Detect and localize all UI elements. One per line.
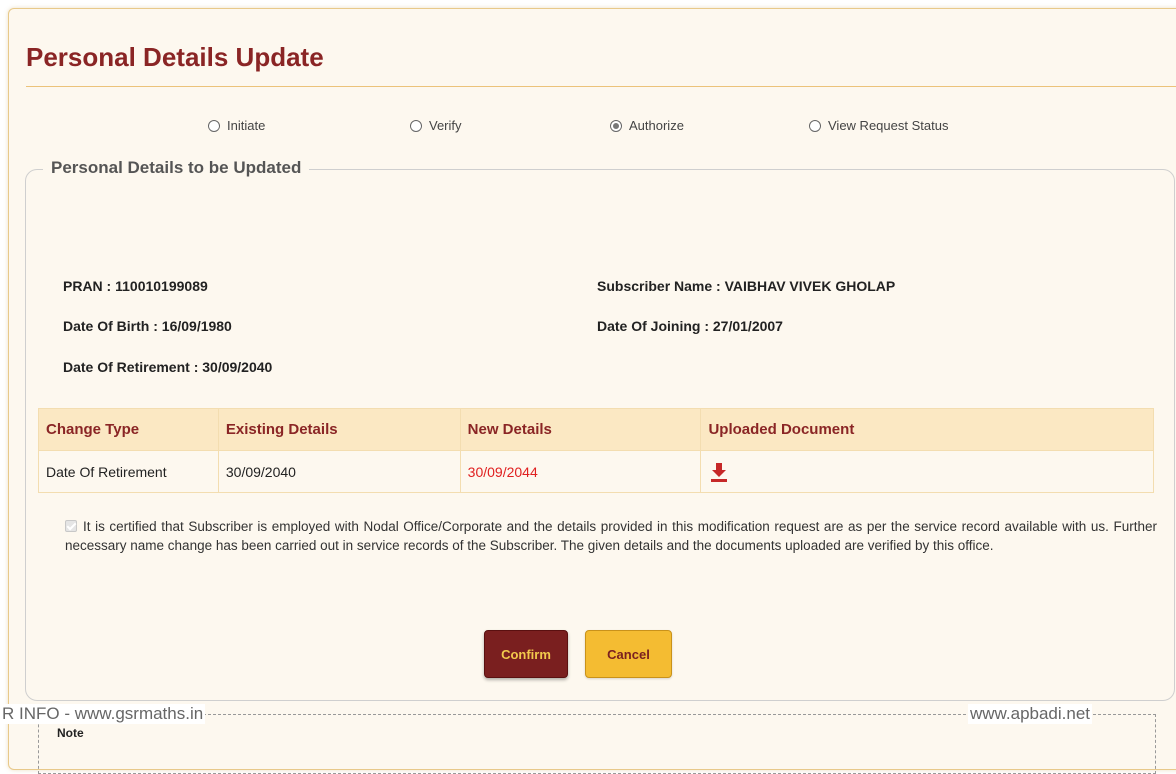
cell-uploaded-document bbox=[700, 450, 1154, 493]
radio-view-request-status[interactable]: View Request Status bbox=[809, 118, 948, 133]
radio-authorize-label: Authorize bbox=[629, 118, 684, 133]
page-title: Personal Details Update bbox=[26, 42, 324, 72]
radio-view-request-status-circle[interactable] bbox=[809, 119, 821, 132]
download-icon[interactable] bbox=[708, 461, 730, 483]
cell-change-type: Date Of Retirement bbox=[38, 450, 219, 493]
table-header-row: Change Type Existing Details New Details… bbox=[38, 408, 1154, 451]
certification-block: It is certified that Subscriber is emplo… bbox=[65, 517, 1157, 555]
header-uploaded-document: Uploaded Document bbox=[700, 408, 1154, 451]
watermark-left: R INFO - www.gsrmaths.in bbox=[0, 704, 206, 724]
title-divider bbox=[26, 86, 1176, 87]
radio-initiate[interactable]: Initiate bbox=[208, 118, 265, 133]
fieldset-legend: Personal Details to be Updated bbox=[43, 158, 310, 178]
radio-authorize[interactable]: Authorize bbox=[610, 118, 684, 133]
header-existing-details: Existing Details bbox=[217, 408, 461, 451]
date-of-birth-value: Date Of Birth : 16/09/1980 bbox=[63, 318, 232, 334]
cell-new-details: 30/09/2044 bbox=[459, 450, 702, 493]
confirm-button[interactable]: Confirm bbox=[484, 630, 568, 678]
subscriber-name-value: Subscriber Name : VAIBHAV VIVEK GHOLAP bbox=[597, 278, 896, 294]
radio-verify[interactable]: Verify bbox=[410, 118, 462, 133]
table-row: Date Of Retirement 30/09/2040 30/09/2044 bbox=[38, 450, 1154, 493]
radio-initiate-circle[interactable] bbox=[208, 119, 220, 132]
certification-checkbox[interactable] bbox=[65, 520, 77, 532]
note-label: Note bbox=[57, 726, 84, 740]
cancel-button[interactable]: Cancel bbox=[585, 630, 672, 678]
radio-initiate-label: Initiate bbox=[227, 118, 266, 133]
watermark-right: www.apbadi.net bbox=[968, 704, 1093, 724]
certification-text: It is certified that Subscriber is emplo… bbox=[65, 519, 1157, 553]
radio-authorize-circle[interactable] bbox=[610, 119, 622, 132]
date-of-retirement-value: Date Of Retirement : 30/09/2040 bbox=[63, 359, 273, 375]
radio-verify-label: Verify bbox=[429, 118, 462, 133]
cell-existing-details: 30/09/2040 bbox=[217, 450, 461, 493]
pran-value: PRAN : 110010199089 bbox=[63, 278, 208, 294]
workflow-radio-group: Initiate Verify Authorize View Request S… bbox=[0, 118, 1176, 138]
radio-view-request-status-label: View Request Status bbox=[828, 118, 949, 133]
date-of-joining-value: Date Of Joining : 27/01/2007 bbox=[597, 318, 783, 334]
header-change-type: Change Type bbox=[38, 408, 219, 451]
header-new-details: New Details bbox=[459, 408, 702, 451]
changes-table: Change Type Existing Details New Details… bbox=[38, 408, 1154, 493]
radio-verify-circle[interactable] bbox=[410, 119, 422, 132]
